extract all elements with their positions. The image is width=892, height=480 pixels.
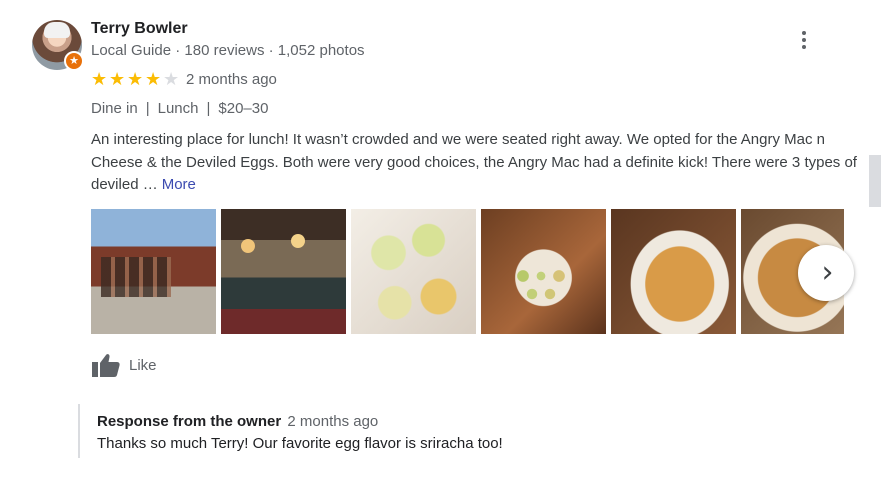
- scrollbar-thumb[interactable]: [869, 155, 881, 207]
- reviewer-meta: Local Guide · 180 reviews · 1,052 photos: [91, 42, 365, 59]
- local-guide-label: Local Guide: [91, 42, 172, 59]
- review-body: An interesting place for lunch! It wasn’…: [91, 131, 857, 193]
- tag-dine-in: Dine in: [91, 100, 138, 117]
- like-label: Like: [129, 356, 157, 374]
- photo-deviled-eggs-plate[interactable]: [351, 209, 476, 334]
- review-time: 2 months ago: [186, 71, 277, 88]
- photo-mac-n-cheese[interactable]: [611, 209, 736, 334]
- photo-count: 1,052 photos: [277, 42, 365, 59]
- star-icon: ★: [145, 69, 162, 89]
- star-icon: ★: [163, 69, 180, 89]
- local-guide-star-icon: ★: [64, 51, 84, 71]
- photo-strip: [91, 209, 844, 334]
- star-rating: ★ ★ ★ ★ ★: [91, 70, 181, 88]
- chevron-right-icon: ›: [821, 255, 834, 290]
- review-text: An interesting place for lunch! It wasn’…: [91, 129, 861, 197]
- owner-response: Response from the owner 2 months ago Tha…: [78, 404, 578, 458]
- photo-deviled-eggs-tray[interactable]: [481, 209, 606, 334]
- more-link[interactable]: More: [162, 176, 196, 193]
- tag-separator: |: [145, 100, 150, 117]
- chef-hat-graphic: [44, 22, 70, 38]
- star-icon: ★: [127, 69, 144, 89]
- reviewer-avatar[interactable]: ★: [32, 20, 84, 71]
- more-vert-icon[interactable]: [792, 28, 816, 52]
- owner-response-time: 2 months ago: [287, 413, 379, 430]
- next-photos-button[interactable]: ›: [798, 245, 854, 301]
- owner-response-text: Thanks so much Terry! Our favorite egg f…: [97, 435, 503, 452]
- visit-tags: Dine in | Lunch | $20–30: [91, 100, 268, 117]
- owner-response-title: Response from the owner 2 months ago: [97, 413, 379, 430]
- review-count: 180 reviews: [184, 42, 265, 59]
- star-icon: ★: [91, 69, 108, 89]
- tag-price: $20–30: [218, 100, 269, 117]
- reviewer-name[interactable]: Terry Bowler: [91, 20, 188, 38]
- photo-interior[interactable]: [221, 209, 346, 334]
- like-button[interactable]: Like: [91, 352, 157, 378]
- star-icon: ★: [109, 69, 126, 89]
- tag-meal: Lunch: [157, 100, 199, 117]
- photo-storefront[interactable]: [91, 209, 216, 334]
- thumb-up-icon: [92, 354, 120, 377]
- tag-separator: |: [206, 100, 211, 117]
